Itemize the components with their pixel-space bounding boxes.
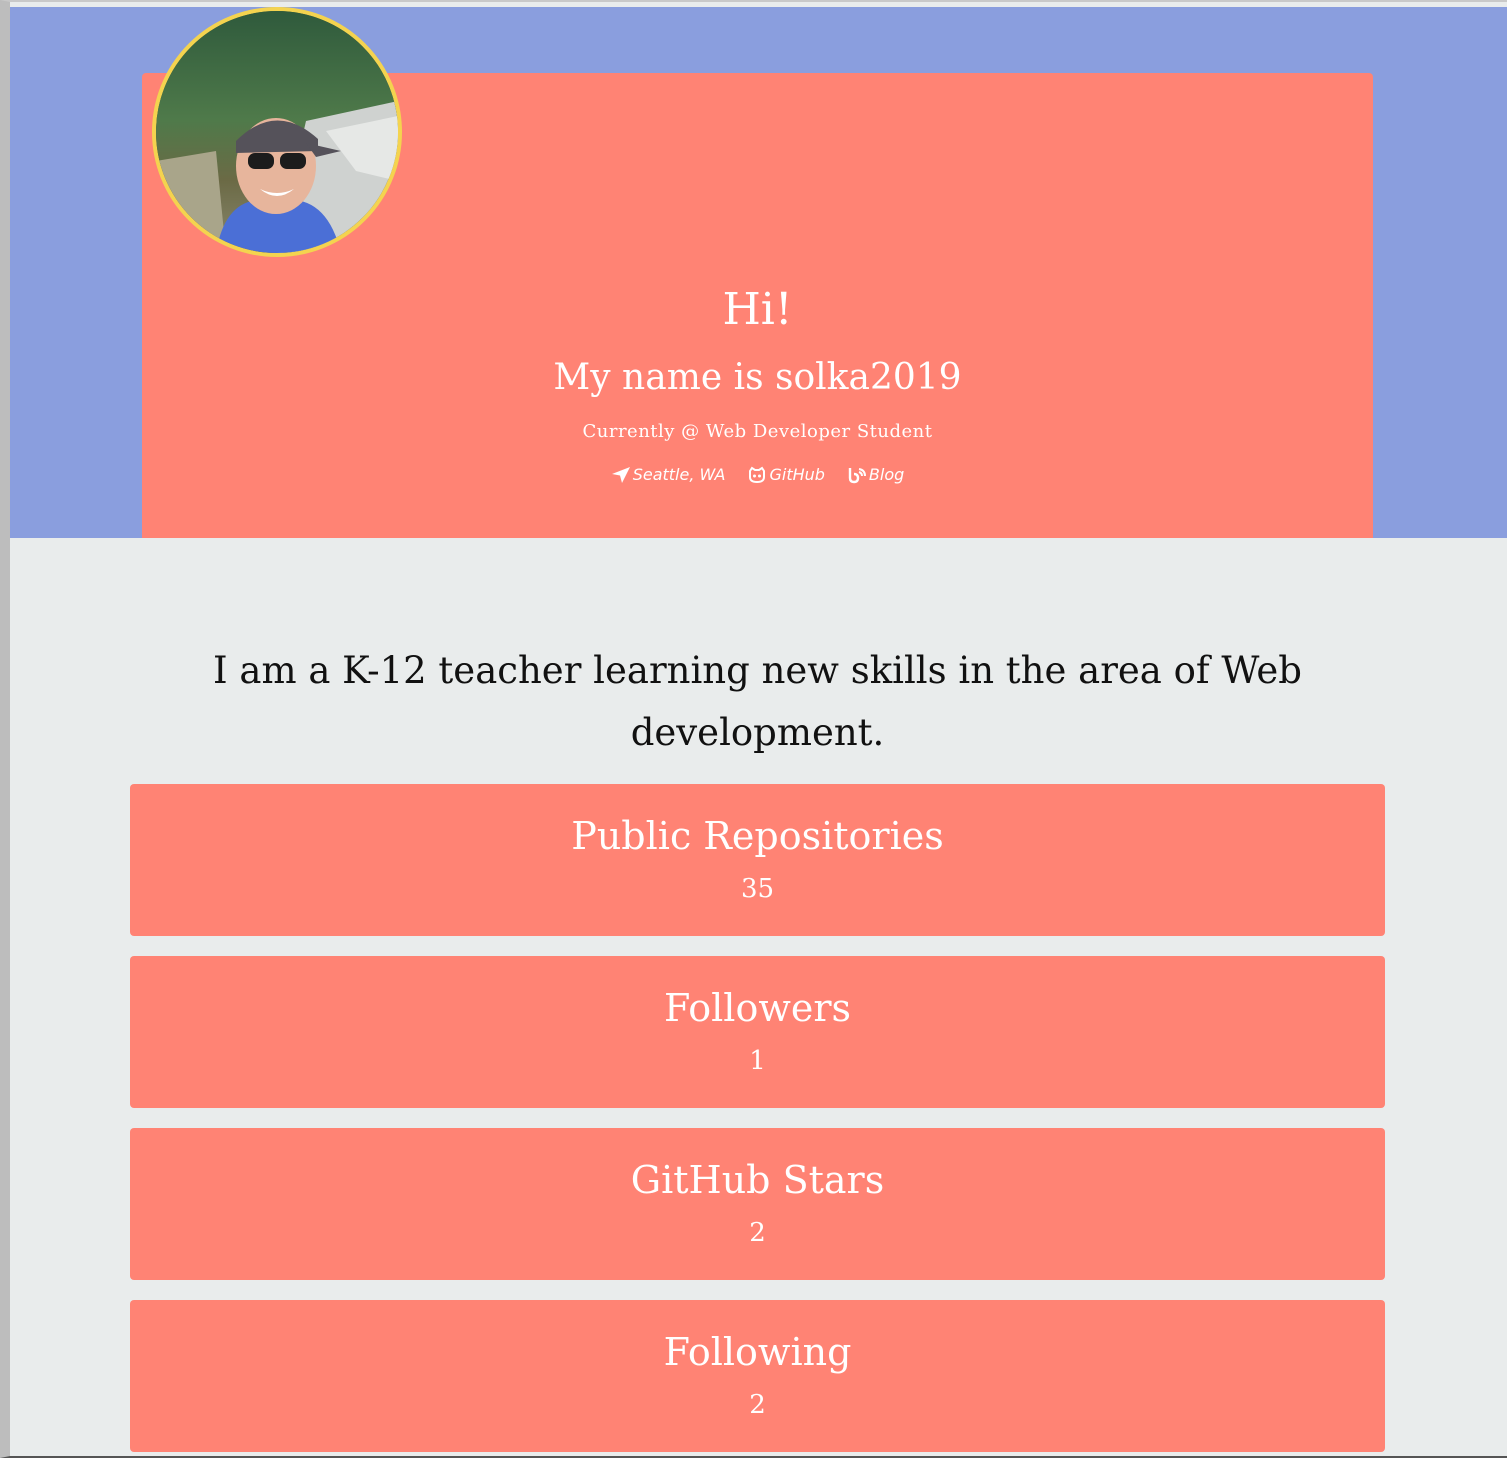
blog-icon bbox=[848, 468, 866, 484]
stat-title: Followers bbox=[663, 986, 852, 1030]
blog-link[interactable]: Blog bbox=[847, 464, 904, 486]
hero-text: Hi! My name is solka2019 Currently @ Web… bbox=[142, 270, 1373, 486]
stat-title: GitHub Stars bbox=[630, 1158, 885, 1202]
stat-title: Following bbox=[663, 1330, 852, 1374]
avatar-photo bbox=[156, 11, 398, 253]
stat-value: 2 bbox=[749, 1390, 766, 1420]
github-label: GitHub bbox=[769, 465, 825, 484]
stat-value: 2 bbox=[749, 1218, 766, 1248]
location-label: Seattle, WA bbox=[632, 465, 726, 484]
github-link[interactable]: GitHub bbox=[747, 464, 825, 486]
current-role: Currently @ Web Developer Student bbox=[582, 421, 933, 442]
blog-label: Blog bbox=[868, 465, 905, 484]
location-link[interactable]: Seattle, WA bbox=[611, 464, 726, 486]
location-arrow-icon bbox=[611, 467, 630, 483]
stat-card-following: Following 2 bbox=[130, 1300, 1385, 1452]
stat-title: Public Repositories bbox=[571, 814, 944, 858]
name-heading: My name is solka2019 bbox=[553, 357, 962, 398]
stat-value: 1 bbox=[749, 1046, 766, 1076]
bio-text: I am a K-12 teacher learning new skills … bbox=[213, 649, 1302, 754]
github-icon bbox=[749, 466, 766, 484]
stat-card-public-repositories: Public Repositories 35 bbox=[130, 784, 1385, 936]
stat-value: 35 bbox=[740, 874, 775, 904]
greeting-heading: Hi! bbox=[722, 284, 793, 335]
stat-card-followers: Followers 1 bbox=[130, 956, 1385, 1108]
profile-links: Seattle, WA GitHub Blog bbox=[142, 464, 1373, 486]
stat-card-github-stars: GitHub Stars 2 bbox=[130, 1128, 1385, 1280]
avatar bbox=[152, 7, 402, 257]
